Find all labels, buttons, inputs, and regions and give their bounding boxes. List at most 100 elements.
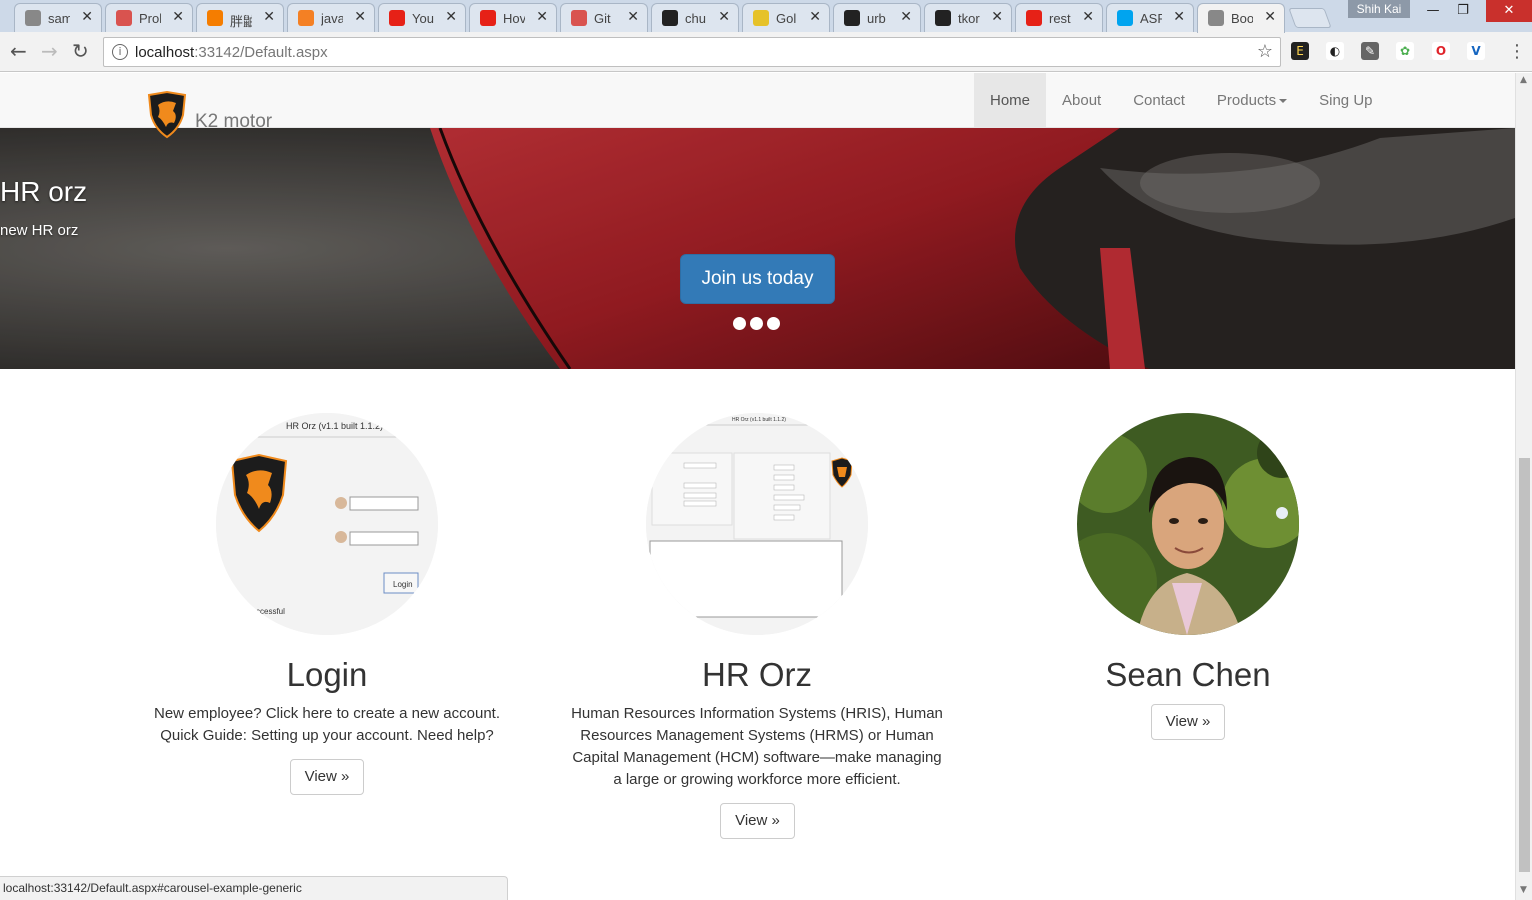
hr-orz-heading: HR Orz <box>702 656 812 693</box>
nav-item-label: About <box>1062 92 1102 109</box>
address-bar[interactable]: i localhost:33142/Default.aspx ☆ <box>103 37 1281 67</box>
login-thumb-status: ccessful <box>256 607 285 616</box>
browser-tab-title: Git <box>594 11 611 26</box>
tool-extension-icon[interactable]: ✎ <box>1361 42 1379 60</box>
browser-tab[interactable]: Boo ✕ <box>1197 3 1285 33</box>
evernote-extension-icon[interactable]: E <box>1291 42 1309 60</box>
browser-tab-title: Hov <box>503 11 525 26</box>
nav-item-contact[interactable]: Contact <box>1117 73 1201 128</box>
caret-down-icon <box>1279 99 1288 104</box>
brand-name[interactable]: K2 motor <box>195 111 272 133</box>
nav-item-label: Products <box>1216 92 1277 109</box>
hr-orz-text: Human Resources Information Systems (HRI… <box>571 705 943 788</box>
page-scrollbar[interactable]: ▲ ▼ <box>1515 73 1532 900</box>
browser-tab-title: sam <box>48 11 70 26</box>
scrollbar-thumb[interactable] <box>1519 458 1530 872</box>
carousel-indicator-dot[interactable] <box>733 317 746 330</box>
dark-mode-extension-icon[interactable]: ◐ <box>1326 42 1344 60</box>
close-tab-icon[interactable]: ✕ <box>1264 9 1276 25</box>
login-screenshot-thumbnail: HR Orz (v1.1 built 1.1.2) Login ccessful <box>216 413 438 635</box>
reload-icon[interactable]: ↻ <box>72 40 89 62</box>
login-text: New employee? Click here to create a new… <box>153 705 500 744</box>
blogger-icon <box>207 10 223 26</box>
login-heading: Login <box>286 656 368 693</box>
close-tab-icon[interactable]: ✕ <box>1082 9 1094 25</box>
login-view-button[interactable]: View » <box>290 759 364 795</box>
browser-tab-title: 胖鼬 <box>230 14 252 29</box>
leaf-extension-icon[interactable]: ✿ <box>1396 42 1414 60</box>
close-tab-icon[interactable]: ✕ <box>718 9 730 25</box>
close-tab-icon[interactable]: ✕ <box>172 9 184 25</box>
close-tab-icon[interactable]: ✕ <box>354 9 366 25</box>
hero-carousel: HR orz new HR orz Join us today <box>0 128 1515 369</box>
sean-chen-view-button[interactable]: View » <box>1151 704 1225 740</box>
youtube-icon <box>480 10 496 26</box>
forward-icon[interactable]: → <box>41 40 58 62</box>
nav-item-sing-up[interactable]: Sing Up <box>1303 73 1388 128</box>
close-tab-icon[interactable]: ✕ <box>809 9 821 25</box>
profile-button[interactable]: Shih Kai <box>1348 0 1410 18</box>
browser-tab-title: You <box>412 11 434 26</box>
page-viewport: K2 motor Home About Contact Products Sing Up <box>0 73 1515 900</box>
browser-tab[interactable]: Gol ✕ <box>742 3 830 32</box>
close-tab-icon[interactable]: ✕ <box>900 9 912 25</box>
gold-icon <box>753 10 769 26</box>
browser-tab[interactable]: Git ✕ <box>560 3 648 32</box>
browser-tab[interactable]: rest ✕ <box>1015 3 1103 32</box>
browser-tab[interactable]: java ✕ <box>287 3 375 32</box>
github-icon <box>844 10 860 26</box>
new-tab-button[interactable] <box>1288 8 1332 28</box>
page-icon <box>25 10 41 26</box>
browser-tab[interactable]: ASP ✕ <box>1106 3 1194 32</box>
opera-extension-icon[interactable]: O <box>1432 42 1450 60</box>
browser-tab-title: java <box>321 11 343 26</box>
carousel-indicator-dot[interactable] <box>767 317 780 330</box>
browser-tab-title: Boo <box>1231 11 1253 26</box>
nav-item-home[interactable]: Home <box>974 73 1047 128</box>
k2-shield-logo-icon[interactable] <box>146 91 188 141</box>
nav-item-label: Sing Up <box>1319 92 1373 109</box>
stackoverflow-icon <box>298 10 314 26</box>
hr-orz-view-button[interactable]: View » <box>720 803 795 839</box>
close-tab-icon[interactable]: ✕ <box>991 9 1003 25</box>
scroll-down-icon[interactable]: ▼ <box>1520 885 1527 895</box>
browser-tab-title: Prol <box>139 11 161 26</box>
vpn-extension-icon[interactable]: V <box>1467 42 1485 60</box>
site-navbar: K2 motor Home About Contact Products Sing Up <box>0 73 1515 139</box>
browser-tab[interactable]: Prol ✕ <box>105 3 193 32</box>
browser-tab[interactable]: tkor ✕ <box>924 3 1012 32</box>
browser-menu-icon[interactable]: ⋮ <box>1508 41 1526 62</box>
browser-tab[interactable]: You ✕ <box>378 3 466 32</box>
browser-tab[interactable]: chu ✕ <box>651 3 739 32</box>
carousel-indicators <box>733 317 780 330</box>
site-info-icon[interactable]: i <box>112 44 128 60</box>
github-icon <box>935 10 951 26</box>
github-icon <box>662 10 678 26</box>
close-tab-icon[interactable]: ✕ <box>536 9 548 25</box>
close-tab-icon[interactable]: ✕ <box>627 9 639 25</box>
back-icon[interactable]: ← <box>10 40 27 62</box>
close-window-icon[interactable]: ✕ <box>1486 0 1532 22</box>
close-tab-icon[interactable]: ✕ <box>81 9 93 25</box>
minimize-icon[interactable]: — <box>1422 0 1444 22</box>
bookmark-star-icon[interactable]: ☆ <box>1257 41 1273 62</box>
browser-tab[interactable]: sam ✕ <box>14 3 102 32</box>
browser-tab[interactable]: urb ✕ <box>833 3 921 32</box>
close-tab-icon[interactable]: ✕ <box>445 9 457 25</box>
browser-tab-title: ASP <box>1140 11 1162 26</box>
close-tab-icon[interactable]: ✕ <box>263 9 275 25</box>
carousel-subtitle: new HR orz <box>0 222 79 239</box>
main-nav: Home About Contact Products Sing Up <box>974 73 1389 128</box>
browser-tab[interactable]: 胖鼬 ✕ <box>196 3 284 32</box>
nav-item-about[interactable]: About <box>1046 73 1117 128</box>
join-us-button[interactable]: Join us today <box>680 254 835 304</box>
address-url[interactable]: localhost:33142/Default.aspx <box>135 44 328 61</box>
restore-icon[interactable]: ❐ <box>1452 0 1474 22</box>
browser-tab-title: urb <box>867 11 886 26</box>
carousel-indicator-dot[interactable] <box>750 317 763 330</box>
login-thumb-caption: HR Orz (v1.1 built 1.1.2) <box>286 421 383 431</box>
nav-item-products[interactable]: Products <box>1201 73 1303 128</box>
browser-tab[interactable]: Hov ✕ <box>469 3 557 32</box>
close-tab-icon[interactable]: ✕ <box>1173 9 1185 25</box>
scroll-up-icon[interactable]: ▲ <box>1520 75 1527 85</box>
